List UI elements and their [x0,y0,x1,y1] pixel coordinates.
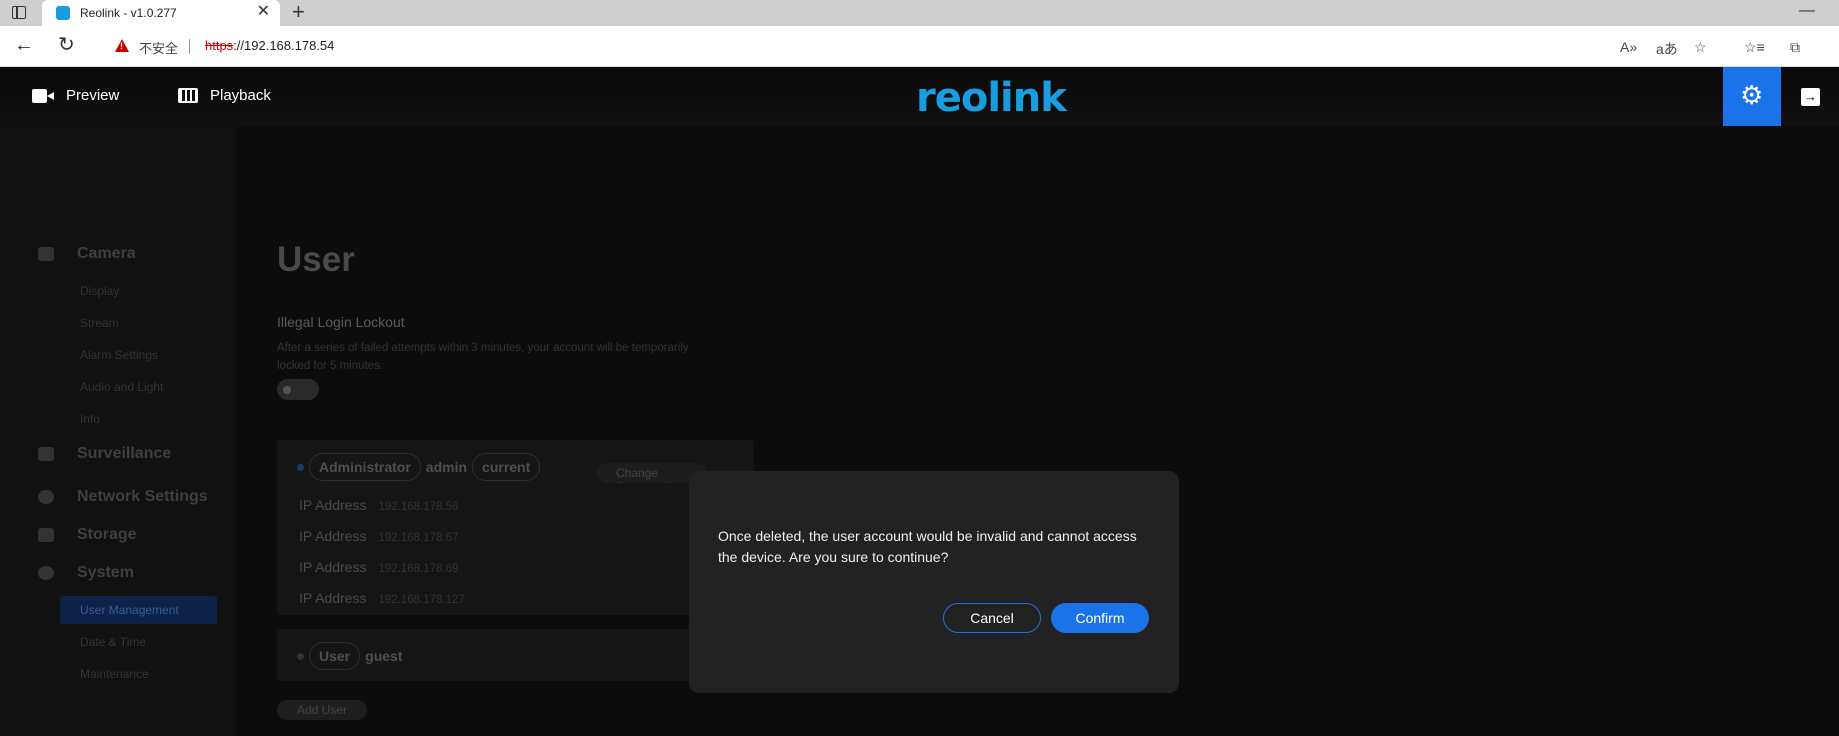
translate-icon[interactable]: aあ [1656,39,1678,59]
role-badge: Administrator [309,453,421,481]
sidebar-item-display[interactable]: Display [80,284,119,298]
warning-icon[interactable] [115,39,129,52]
dialog-message: Once deleted, the user account would be … [718,528,1137,565]
ip-label: IP Address [299,559,367,575]
tab-actions-icon[interactable] [12,6,26,19]
gear-icon [38,566,54,580]
sidebar-section-camera[interactable]: Camera [38,245,136,263]
url-scheme: https [205,38,234,53]
guest-user-card: User guest [277,629,754,681]
sidebar-item-audio-light[interactable]: Audio and Light [80,380,163,394]
sidebar-item-stream[interactable]: Stream [80,316,119,330]
video-camera-icon [32,88,54,103]
sidebar-section-network[interactable]: Network Settings [38,488,208,506]
sidebar-section-label: Surveillance [77,445,172,462]
browser-tab[interactable]: Reolink - v1.0.277 ✕ [42,0,280,26]
sidebar-section-storage[interactable]: Storage [38,526,137,544]
username: guest [365,648,403,664]
add-favorite-icon[interactable]: ☆ [1694,39,1707,56]
camera-icon [38,247,54,261]
ip-label: IP Address [299,590,367,606]
lockout-toggle[interactable] [277,379,319,400]
sidebar-section-label: Network Settings [77,488,208,505]
logout-icon[interactable]: → [1801,88,1820,106]
tab-title: Reolink - v1.0.277 [80,6,177,20]
cancel-button[interactable]: Cancel [943,603,1041,633]
globe-icon [38,490,54,504]
ip-value: 192.168.178.67 [378,532,459,544]
reload-icon[interactable]: ↻ [58,35,75,55]
sidebar-item-label: User Management [80,603,179,617]
sidebar-section-system[interactable]: System [38,564,134,582]
user-card-header: Administrator admin current [297,453,541,481]
reolink-logo: reolink [916,75,1067,121]
lockout-description: After a series of failed attempts within… [277,342,689,372]
sidebar-section-label: Storage [77,526,137,543]
gear-icon: ⚙ [1740,80,1764,110]
film-icon [178,88,198,103]
status-dot [297,463,304,471]
new-tab-icon[interactable]: + [292,1,305,23]
add-user-button[interactable]: Add User [277,700,367,720]
playback-nav[interactable]: Playback [178,87,271,104]
sidebar-item-alarm-settings[interactable]: Alarm Settings [80,348,158,362]
ip-value: 192.168.178.127 [378,594,465,606]
url-text[interactable]: https://192.168.178.54 [205,38,334,53]
sidebar-item-date-time[interactable]: Date & Time [80,635,146,649]
username: admin [425,459,468,475]
sidebar-section-label: System [77,564,134,581]
sidebar-item-info[interactable]: Info [80,412,100,426]
storage-icon [38,528,54,542]
url-host: ://192.168.178.54 [233,38,335,53]
minimize-icon[interactable]: — [1799,2,1815,20]
favorites-icon[interactable]: ☆≡ [1744,39,1765,56]
confirm-button[interactable]: Confirm [1051,603,1149,633]
url-divider [189,39,190,54]
ip-label: IP Address [299,528,367,544]
preview-nav[interactable]: Preview [32,87,119,104]
delete-confirm-dialog: Once deleted, the user account would be … [689,471,1179,693]
ip-row: IP Address 192.168.178.69 [299,559,458,575]
sidebar-item-user-management[interactable]: User Management [60,596,217,624]
current-badge: current [472,453,541,481]
app-header: Preview Playback reolink ⚙ → [0,67,1839,126]
ip-value: 192.168.178.56 [378,501,459,513]
ip-row: IP Address 192.168.178.67 [299,528,458,544]
reolink-favicon-icon [56,6,70,20]
playback-label: Playback [210,87,271,104]
sidebar-section-label: Camera [77,245,136,262]
role-badge: User [309,642,361,670]
url-field[interactable]: 不安全 https://192.168.178.54 [97,31,1717,61]
lockout-label: Illegal Login Lockout [277,314,405,330]
ip-row: IP Address 192.168.178.127 [299,590,465,606]
user-card-header: User guest [297,642,407,670]
ip-row: IP Address 192.168.178.56 [299,497,458,513]
monitor-icon [38,447,54,461]
settings-button[interactable]: ⚙ [1723,67,1781,126]
ip-value: 192.168.178.69 [378,563,459,575]
read-aloud-icon[interactable]: A» [1620,39,1637,55]
collections-icon[interactable]: ⧉ [1790,39,1800,56]
sidebar-item-maintenance[interactable]: Maintenance [80,667,149,681]
browser-tab-bar: Reolink - v1.0.277 ✕ + — [0,0,1839,26]
browser-address-bar: ← ↻ 不安全 https://192.168.178.54 A» aあ ☆ ☆… [0,26,1839,67]
preview-label: Preview [66,87,120,104]
tab-close-icon[interactable]: ✕ [257,4,270,20]
ip-label: IP Address [299,497,367,513]
status-dot [297,652,304,660]
page-title: User [277,240,355,279]
insecure-label[interactable]: 不安全 [139,38,178,57]
back-icon[interactable]: ← [14,35,34,55]
sidebar-section-surveillance[interactable]: Surveillance [38,445,171,463]
